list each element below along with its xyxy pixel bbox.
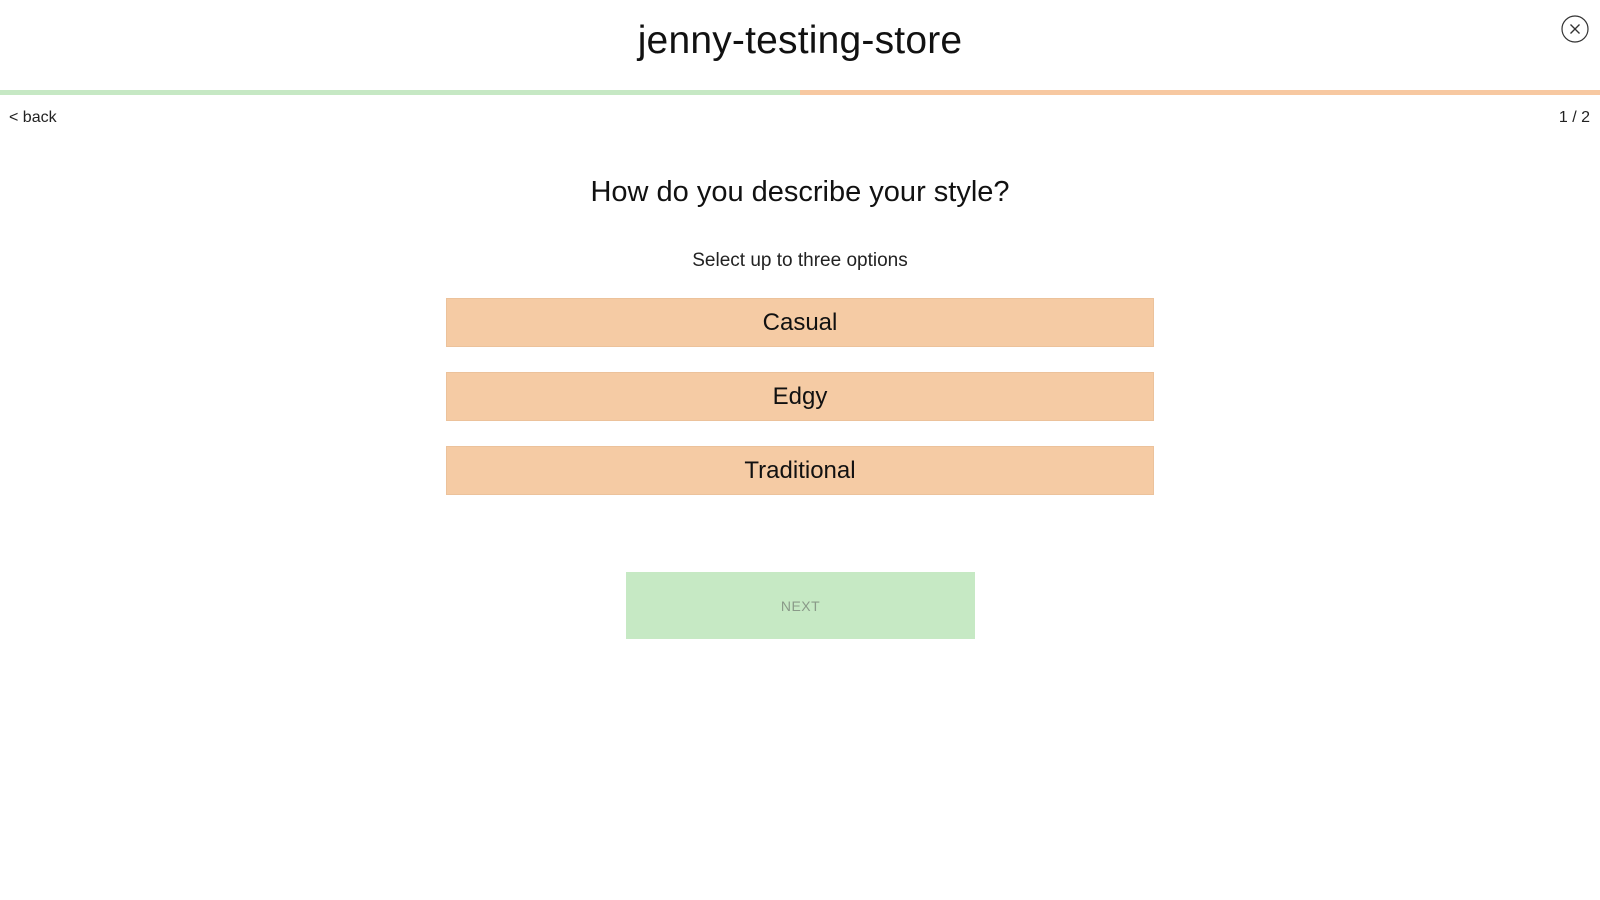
option-traditional-button[interactable]: Traditional — [446, 446, 1154, 495]
close-icon[interactable] — [1561, 15, 1589, 43]
header: jenny-testing-store — [0, 0, 1600, 88]
quiz-page: jenny-testing-store < back 1 / 2 How do … — [0, 0, 1600, 900]
options-list: Casual Edgy Traditional — [446, 298, 1154, 520]
progress-bar — [0, 90, 1600, 95]
option-edgy-button[interactable]: Edgy — [446, 372, 1154, 421]
back-link[interactable]: < back — [9, 109, 57, 127]
next-button[interactable]: NEXT — [626, 572, 975, 639]
option-casual-button[interactable]: Casual — [446, 298, 1154, 347]
store-title: jenny-testing-store — [637, 19, 963, 62]
selection-hint: Select up to three options — [692, 250, 908, 271]
question-heading: How do you describe your style? — [590, 176, 1010, 208]
progress-bar-fill — [0, 90, 800, 95]
step-counter: 1 / 2 — [1558, 109, 1590, 126]
